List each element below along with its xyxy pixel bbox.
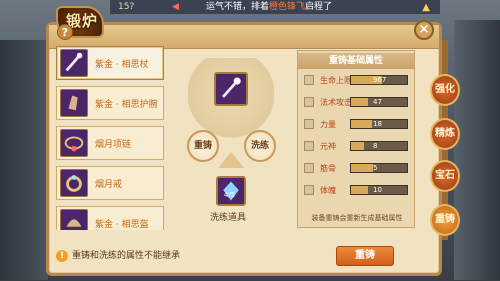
material-label: 洗练道具 xyxy=(210,213,247,223)
confirm-reforge-button[interactable]: 重铸 xyxy=(336,246,394,266)
attribute-value: 10 xyxy=(373,186,382,194)
scene-rock-right xyxy=(454,20,500,280)
attribute-row: 体魄 10 xyxy=(302,183,412,197)
lock-icon[interactable] xyxy=(304,119,314,129)
list-item[interactable]: 烟月戒 xyxy=(56,166,164,200)
attribute-label: 力量 xyxy=(320,120,336,129)
selected-item-slot[interactable] xyxy=(214,72,248,106)
attribute-row: 生命上限 967 xyxy=(302,73,412,87)
bracer-icon xyxy=(60,89,88,117)
lock-icon[interactable] xyxy=(304,163,314,173)
material-count: 4/5 xyxy=(224,191,236,199)
refine-button[interactable]: 洗练 xyxy=(244,130,276,162)
notice: ! 重铸和洗练的属性不能继承 xyxy=(56,248,296,264)
attribute-row: 筋骨 5 xyxy=(302,161,412,175)
attribute-bar: 8 xyxy=(350,141,408,151)
attribute-label: 体魄 xyxy=(320,186,336,195)
notice-text: 重铸和洗练的属性不能继承 xyxy=(72,251,181,261)
refine-material-slot[interactable]: 4/5 xyxy=(216,176,246,206)
attribute-bar: 47 xyxy=(350,97,408,107)
lock-icon[interactable] xyxy=(304,141,314,151)
attribute-value: 8 xyxy=(373,142,378,150)
attribute-bar-fill xyxy=(351,120,373,128)
attribute-bar: 10 xyxy=(350,185,408,195)
attribute-row: 力量 18 xyxy=(302,117,412,131)
ring-icon xyxy=(60,169,88,197)
level-text: 15? xyxy=(118,2,135,12)
forge-center: 重铸 洗练 4/5 洗练道具 xyxy=(172,48,290,230)
reforge-button[interactable]: 重铸 xyxy=(187,130,219,162)
list-item[interactable]: 烟月项链 xyxy=(56,126,164,160)
message-highlight: 橙色锋飞 xyxy=(269,2,306,12)
necklace-icon xyxy=(60,129,88,157)
attribute-panel-title: 重铸基础属性 xyxy=(298,53,414,69)
attribute-bar: 5 xyxy=(350,163,408,173)
lock-icon[interactable] xyxy=(304,185,314,195)
attribute-label: 筋骨 xyxy=(320,164,336,173)
list-item[interactable]: 紫金 · 相思杖 xyxy=(56,46,164,80)
scene-rock-left xyxy=(0,40,48,280)
attribute-bar: 18 xyxy=(350,119,408,129)
list-item[interactable]: 紫金 · 相思盔 xyxy=(56,206,164,230)
up-arrow-icon xyxy=(218,152,244,168)
broadcast-bar: 15? ◀ 运气不错，排着橙色锋飞启程了 ▲ xyxy=(110,0,440,14)
lock-icon[interactable] xyxy=(304,75,314,85)
attribute-value: 967 xyxy=(373,76,387,84)
lock-icon[interactable] xyxy=(304,97,314,107)
tab-gem[interactable]: 宝石 xyxy=(430,160,460,192)
list-item[interactable]: 紫金 · 相思护腕 xyxy=(56,86,164,120)
item-name: 紫金 · 相思护腕 xyxy=(95,100,158,110)
wifi-icon: ▲ xyxy=(422,2,430,13)
item-name: 烟月戒 xyxy=(95,180,123,190)
item-name: 紫金 · 相思盔 xyxy=(95,220,149,230)
speaker-icon: ◀ xyxy=(172,2,179,12)
message-prefix: 运气不错， xyxy=(206,2,252,12)
attribute-label: 元神 xyxy=(320,142,336,151)
helmet-icon xyxy=(60,209,88,230)
message-suffix: 启程了 xyxy=(305,2,333,12)
item-name: 紫金 · 相思杖 xyxy=(95,60,149,70)
attribute-label: 法术攻击 xyxy=(320,98,352,107)
attribute-row: 法术攻击 47 xyxy=(302,95,412,109)
staff-icon xyxy=(60,49,88,77)
attribute-label: 生命上限 xyxy=(320,76,352,85)
item-name: 烟月项链 xyxy=(95,140,132,150)
attribute-panel: 重铸基础属性 生命上限 967 法术攻击 47 力量 18 元神 8 筋骨 5 体魄 10 装备重铸会… xyxy=(297,50,415,228)
attribute-value: 47 xyxy=(373,98,382,106)
warning-icon: ! xyxy=(56,250,68,262)
attribute-bar-fill xyxy=(351,186,368,194)
close-button[interactable]: × xyxy=(414,20,434,40)
broadcast-message: 运气不错，排着橙色锋飞启程了 xyxy=(206,0,332,14)
attribute-value: 5 xyxy=(373,164,378,172)
attribute-note: 装备重铸会重新生成基础属性 xyxy=(311,214,403,222)
attribute-bar-fill xyxy=(351,142,365,150)
help-button[interactable]: ? xyxy=(57,24,73,40)
equipment-list[interactable]: 紫金 · 相思杖 紫金 · 相思护腕 烟月项链 烟月戒 紫金 · 相思盔 xyxy=(56,46,164,230)
tab-reforge[interactable]: 重铸 xyxy=(430,204,460,236)
attribute-bar: 967 xyxy=(350,75,408,85)
tab-enhance[interactable]: 强化 xyxy=(430,74,460,106)
attribute-bar-fill xyxy=(351,98,368,106)
attribute-value: 18 xyxy=(373,120,382,128)
attribute-row: 元神 8 xyxy=(302,139,412,153)
message-mid: 排着 xyxy=(251,2,270,12)
tab-refine[interactable]: 精炼 xyxy=(430,118,460,150)
attribute-bar-fill xyxy=(351,164,374,172)
